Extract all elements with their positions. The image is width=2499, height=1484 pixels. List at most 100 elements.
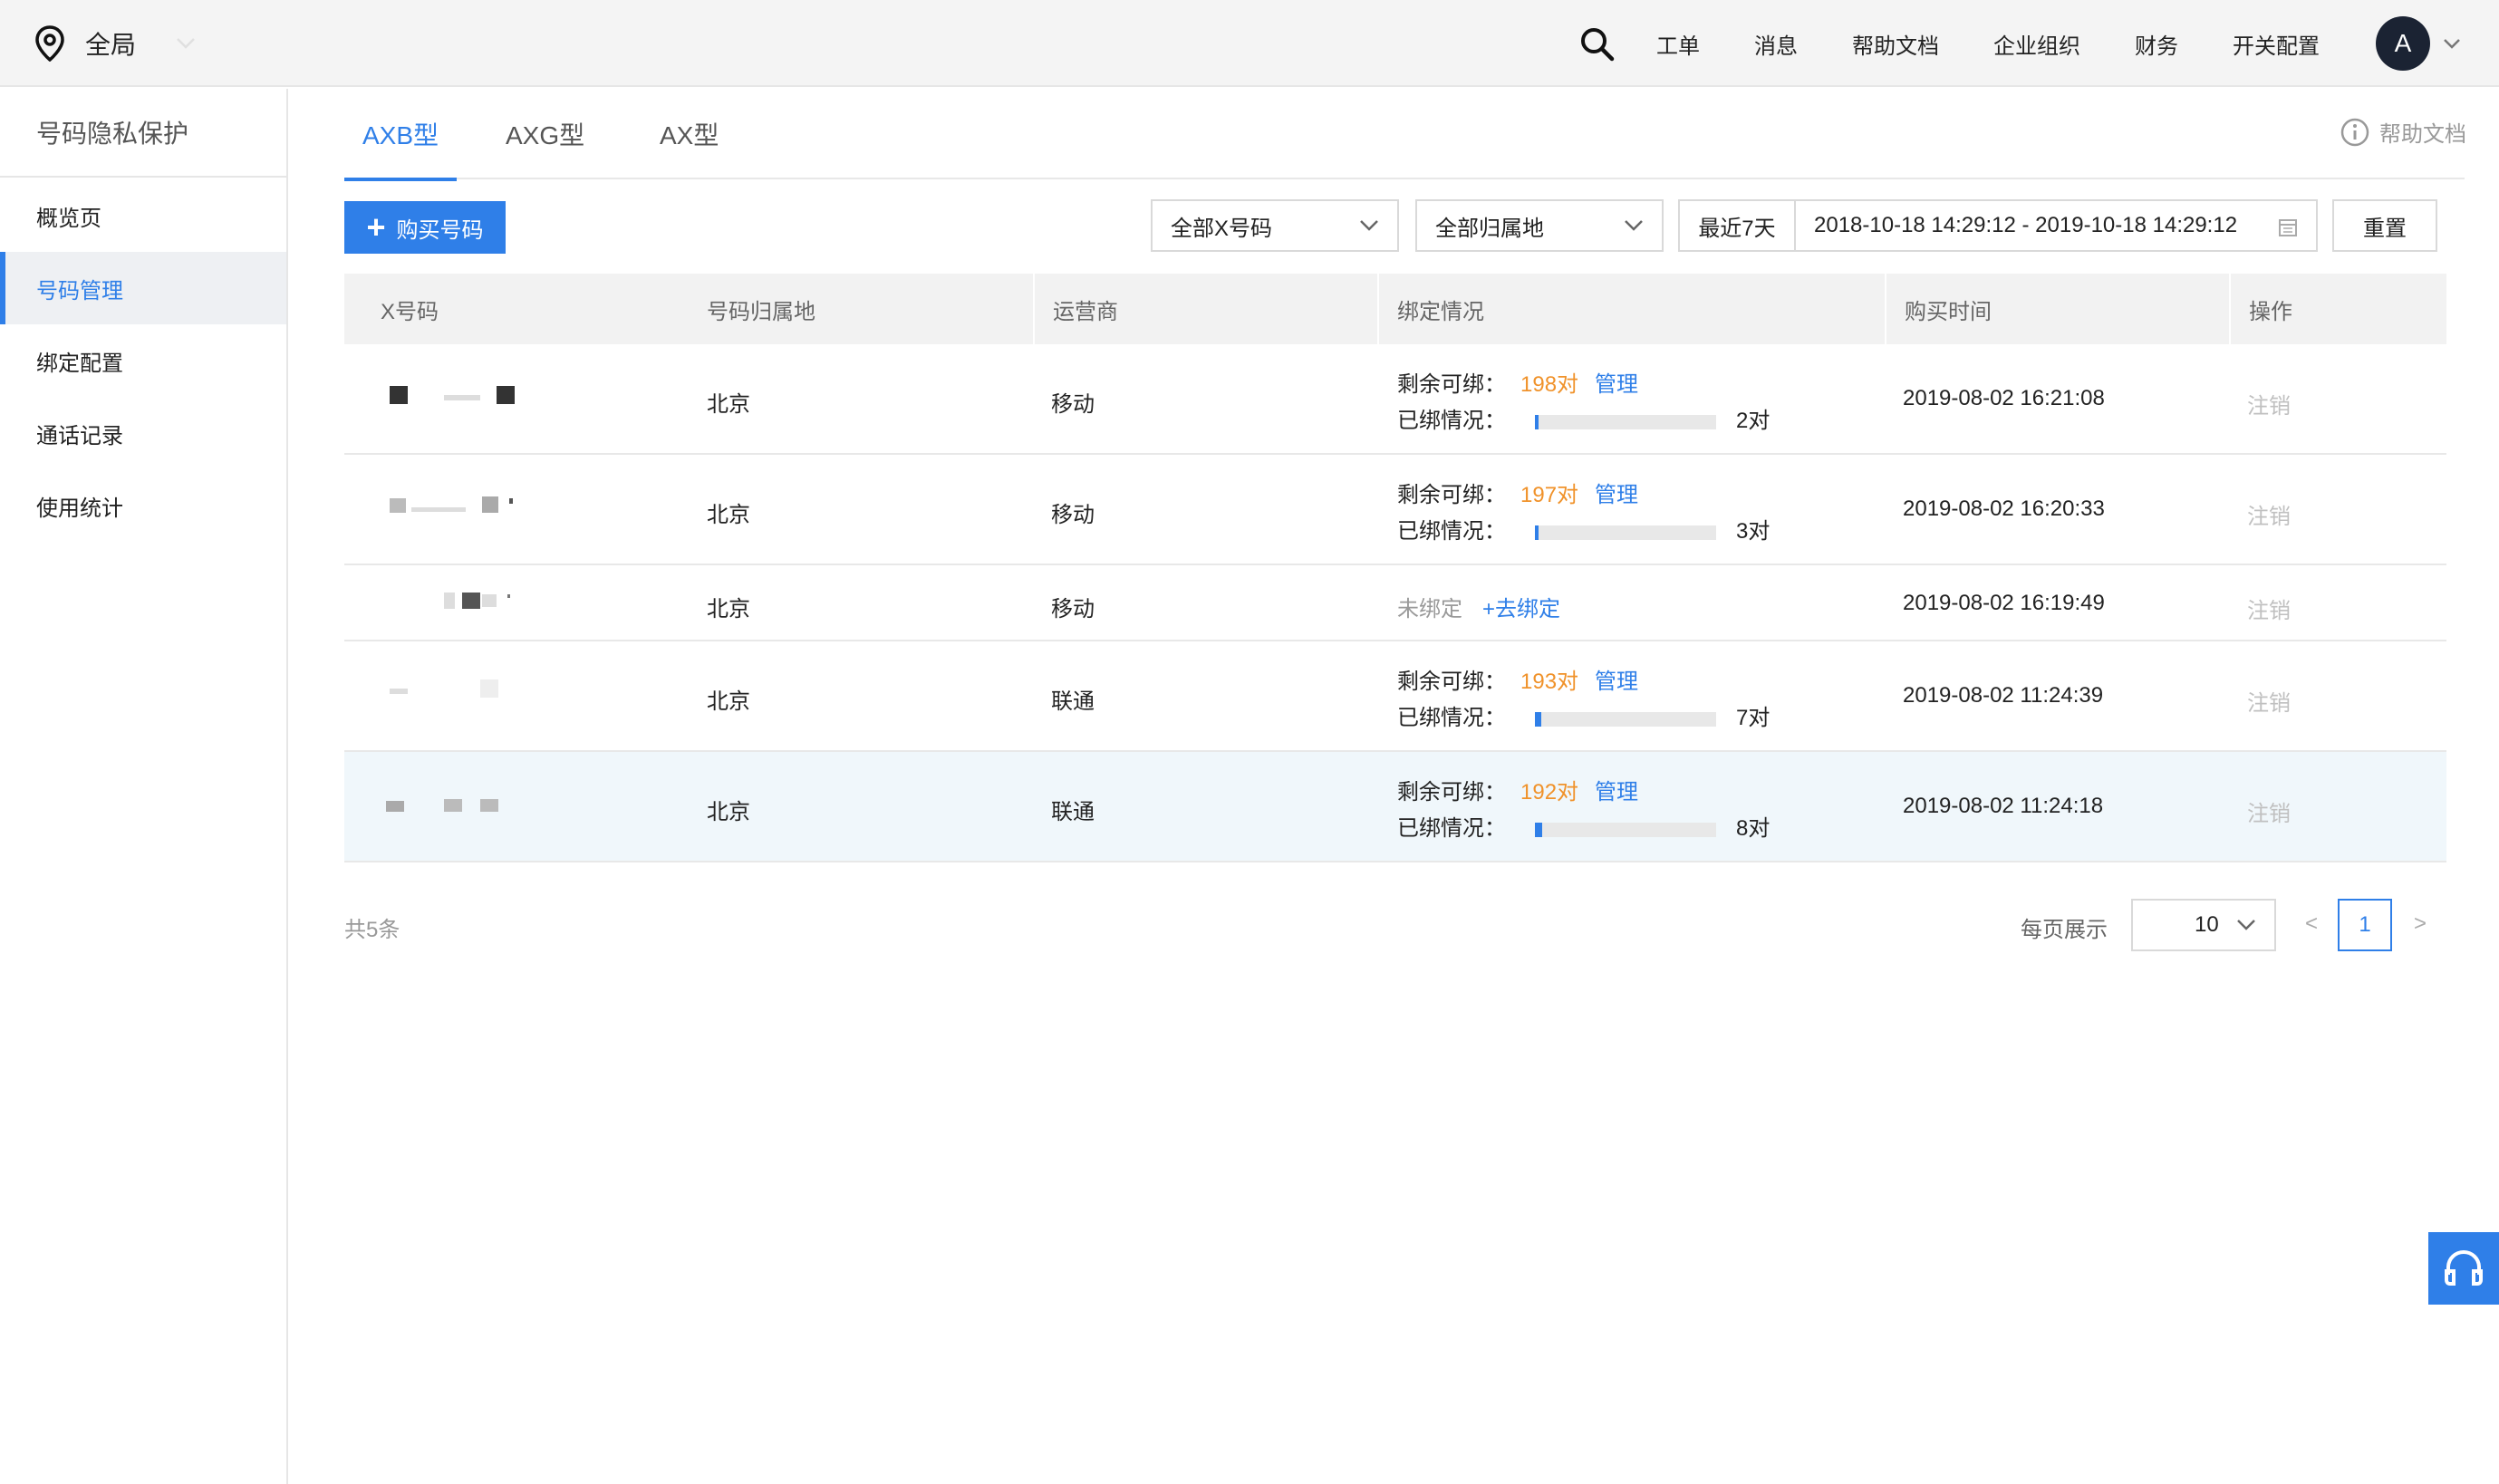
x-number-filter[interactable]: 全部X号码 bbox=[1151, 199, 1399, 252]
total-count: 共5条 bbox=[344, 918, 400, 942]
nav-finance[interactable]: 财务 bbox=[2135, 28, 2178, 60]
col-header-actions: 操作 bbox=[2249, 299, 2292, 324]
prev-page-button[interactable]: < bbox=[2305, 911, 2318, 937]
help-docs-link[interactable]: 帮助文档 bbox=[2340, 116, 2466, 148]
cancel-link[interactable]: 注销 bbox=[2247, 593, 2291, 624]
location-filter[interactable]: 全部归属地 bbox=[1415, 199, 1664, 252]
bound-progress-bar bbox=[1535, 414, 1716, 429]
next-page-button[interactable]: > bbox=[2414, 911, 2427, 937]
unbound-label: 未绑定 bbox=[1397, 597, 1462, 622]
cancel-link[interactable]: 注销 bbox=[2247, 498, 2291, 530]
top-nav: 工单 消息 帮助文档 企业组织 财务 开关配置 A bbox=[1578, 0, 2499, 87]
cancel-link[interactable]: 注销 bbox=[2247, 795, 2291, 827]
date-filter: 最近7天 2018-10-18 14:29:12 - 2019-10-18 14… bbox=[1678, 199, 2318, 252]
chevron-down-icon bbox=[1625, 220, 1643, 231]
bound-label: 已绑情况： bbox=[1397, 519, 1506, 544]
bound-progress-bar bbox=[1535, 525, 1716, 540]
manage-link[interactable]: 管理 bbox=[1595, 670, 1638, 694]
date-preset-button[interactable]: 最近7天 bbox=[1678, 199, 1796, 252]
col-header-x-number: X号码 bbox=[381, 299, 439, 324]
nav-tickets[interactable]: 工单 bbox=[1656, 28, 1700, 60]
manage-link[interactable]: 管理 bbox=[1595, 483, 1638, 507]
avatar[interactable]: A bbox=[2376, 16, 2430, 71]
sidebar-item-number-management[interactable]: 号码管理 bbox=[0, 252, 286, 324]
remaining-value: 193对 bbox=[1520, 670, 1579, 694]
calendar-icon bbox=[2279, 219, 2297, 236]
bound-label: 已绑情况： bbox=[1397, 816, 1506, 841]
go-bind-link[interactable]: +去绑定 bbox=[1482, 597, 1560, 622]
sidebar-item-overview[interactable]: 概览页 bbox=[0, 179, 286, 252]
location-cell: 北京 bbox=[707, 800, 750, 824]
binding-remaining: 剩余可绑： 192对 管理 bbox=[1397, 774, 1638, 805]
binding-remaining: 剩余可绑： 197对 管理 bbox=[1397, 477, 1638, 508]
nav-switch-config[interactable]: 开关配置 bbox=[2233, 28, 2320, 60]
date-range-picker[interactable]: 2018-10-18 14:29:12 - 2019-10-18 14:29:1… bbox=[1796, 199, 2318, 252]
support-button[interactable] bbox=[2428, 1232, 2499, 1305]
sidebar-item-usage-stats[interactable]: 使用统计 bbox=[0, 469, 286, 542]
number-table: X号码 号码归属地 运营商 绑定情况 购买时间 操作 北京 移动 剩余可绑： 19… bbox=[344, 274, 2446, 862]
manage-link[interactable]: 管理 bbox=[1595, 780, 1638, 805]
page-size-value: 10 bbox=[2195, 912, 2219, 937]
current-page-button[interactable]: 1 bbox=[2338, 899, 2392, 951]
per-page-label: 每页展示 bbox=[2021, 918, 2108, 942]
purchase-time-cell: 2019-08-02 11:24:39 bbox=[1903, 683, 2104, 708]
chevron-down-icon bbox=[177, 38, 195, 49]
binding-bound: 已绑情况： 3对 bbox=[1397, 513, 1770, 544]
bound-count: 3对 bbox=[1736, 519, 1771, 544]
table-row: 北京 移动 剩余可绑： 198对 管理 已绑情况： 2对 2019-08-02 16:… bbox=[344, 344, 2446, 455]
binding-remaining: 剩余可绑： 193对 管理 bbox=[1397, 663, 1638, 695]
buy-number-button[interactable]: + 购买号码 bbox=[344, 201, 506, 254]
binding-bound: 已绑情况： 2对 bbox=[1397, 402, 1770, 434]
bound-count: 2对 bbox=[1736, 409, 1771, 433]
bound-count: 8对 bbox=[1736, 816, 1771, 841]
carrier-cell: 联通 bbox=[1051, 689, 1095, 714]
tab-ax[interactable]: AX型 bbox=[660, 89, 719, 179]
bound-label: 已绑情况： bbox=[1397, 706, 1506, 730]
chevron-down-icon bbox=[2237, 920, 2255, 930]
column-divider bbox=[1377, 274, 1379, 344]
headset-icon bbox=[2445, 1249, 2483, 1286]
masked-x-number bbox=[381, 496, 516, 518]
table-row: 北京 联通 剩余可绑： 192对 管理 已绑情况： 8对 2019-08-02 11:… bbox=[344, 752, 2446, 862]
remaining-value: 197对 bbox=[1520, 483, 1579, 507]
cancel-link[interactable]: 注销 bbox=[2247, 685, 2291, 717]
sidebar-item-binding-config[interactable]: 绑定配置 bbox=[0, 324, 286, 397]
carrier-cell: 联通 bbox=[1051, 800, 1095, 824]
carrier-cell: 移动 bbox=[1051, 597, 1095, 622]
x-number-filter-value: 全部X号码 bbox=[1171, 216, 1273, 241]
date-range-value: 2018-10-18 14:29:12 - 2019-10-18 14:29:1… bbox=[1814, 213, 2238, 237]
buy-number-label: 购买号码 bbox=[396, 217, 484, 243]
nav-organization[interactable]: 企业组织 bbox=[1993, 28, 2080, 60]
cancel-link[interactable]: 注销 bbox=[2247, 388, 2291, 419]
manage-link[interactable]: 管理 bbox=[1595, 372, 1638, 397]
location-filter-value: 全部归属地 bbox=[1435, 216, 1544, 241]
reset-button[interactable]: 重置 bbox=[2332, 199, 2437, 252]
nav-messages[interactable]: 消息 bbox=[1754, 28, 1798, 60]
remaining-value: 192对 bbox=[1520, 780, 1579, 805]
sidebar-menu: 概览页 号码管理 绑定配置 通话记录 使用统计 bbox=[0, 178, 286, 542]
remaining-label: 剩余可绑： bbox=[1397, 780, 1506, 805]
bound-progress-fill bbox=[1535, 822, 1542, 837]
location-cell: 北京 bbox=[707, 597, 750, 622]
masked-x-number bbox=[381, 679, 516, 701]
location-cell: 北京 bbox=[707, 503, 750, 527]
top-bar: 全局 工单 消息 帮助文档 企业组织 财务 开关配置 A bbox=[0, 0, 2499, 87]
nav-help-docs[interactable]: 帮助文档 bbox=[1852, 28, 1939, 60]
region-selector[interactable]: 全局 bbox=[34, 22, 196, 65]
sidebar: 号码隐私保护 概览页 号码管理 绑定配置 通话记录 使用统计 bbox=[0, 89, 288, 1484]
page-size-select[interactable]: 10 bbox=[2131, 899, 2276, 951]
purchase-time-cell: 2019-08-02 16:20:33 bbox=[1903, 496, 2105, 521]
tab-axg[interactable]: AXG型 bbox=[506, 89, 584, 179]
carrier-cell: 移动 bbox=[1051, 392, 1095, 417]
chevron-down-icon[interactable] bbox=[2443, 38, 2461, 49]
tab-axb[interactable]: AXB型 bbox=[344, 89, 458, 181]
sidebar-item-call-records[interactable]: 通话记录 bbox=[0, 397, 286, 469]
app-root: 全局 工单 消息 帮助文档 企业组织 财务 开关配置 A 号码隐私保护 概览页 bbox=[0, 0, 2499, 1484]
table-row: 北京 移动 剩余可绑： 197对 管理 已绑情况： 3对 2019-08-02 16:… bbox=[344, 455, 2446, 565]
search-icon[interactable] bbox=[1578, 25, 1615, 62]
purchase-time-cell: 2019-08-02 16:21:08 bbox=[1903, 386, 2105, 410]
location-pin-icon bbox=[35, 25, 64, 62]
location-cell: 北京 bbox=[707, 392, 750, 417]
chevron-down-icon bbox=[1360, 220, 1378, 231]
masked-x-number bbox=[381, 386, 516, 408]
